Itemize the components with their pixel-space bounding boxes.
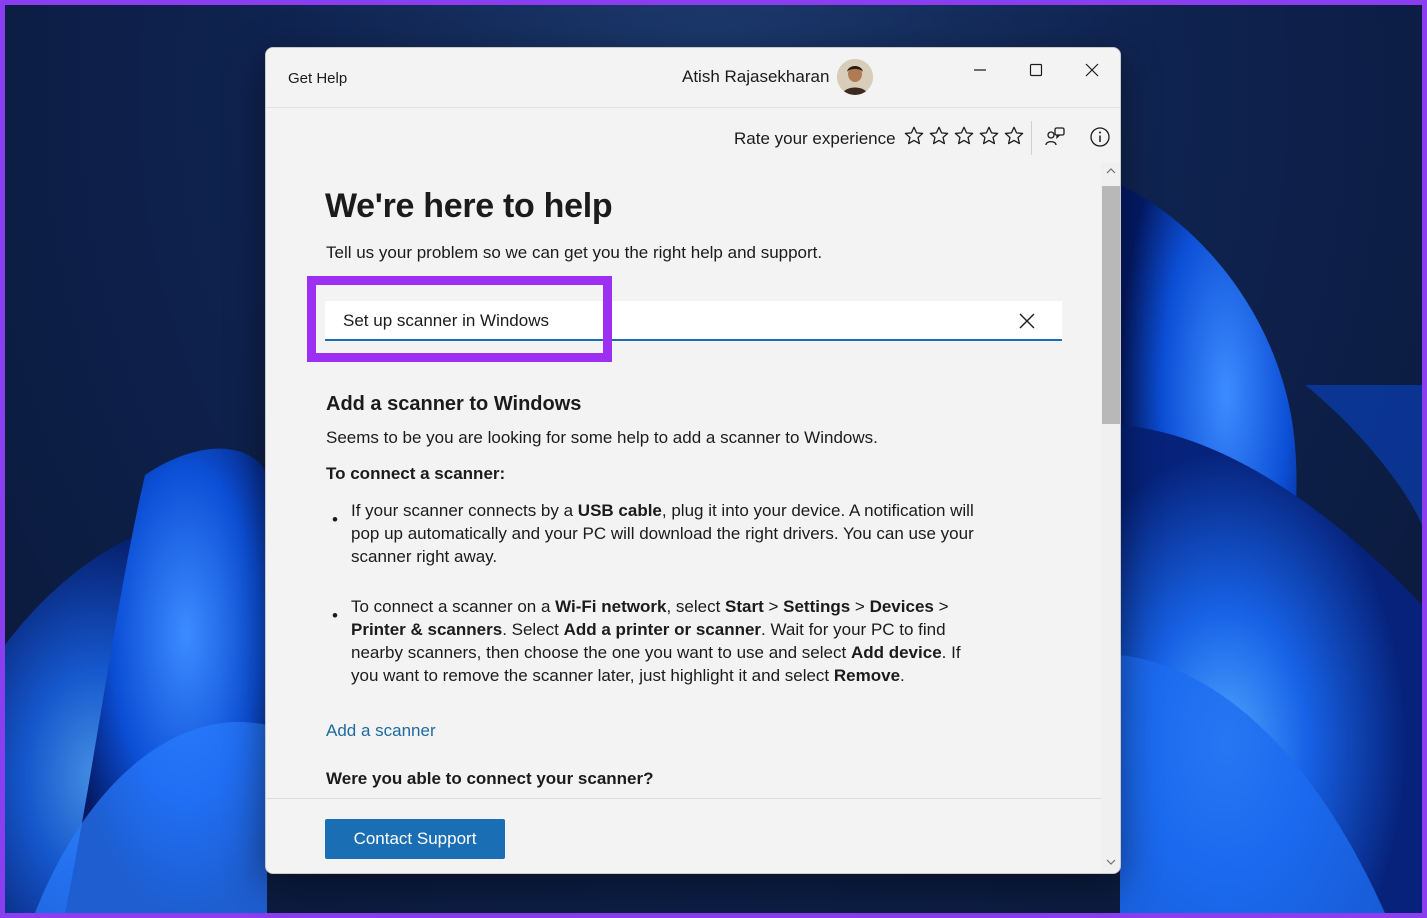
close-icon (1019, 313, 1035, 329)
contact-support-button[interactable]: Contact Support (325, 819, 505, 859)
connect-scanner-heading: To connect a scanner: (326, 464, 506, 483)
feedback-question: Were you able to connect your scanner? (326, 769, 654, 788)
star-outline-icon (1004, 126, 1024, 145)
star-outline-icon (904, 126, 924, 145)
close-window-button[interactable] (1072, 56, 1112, 84)
star-5-button[interactable] (1003, 125, 1025, 147)
info-button[interactable] (1088, 125, 1112, 149)
scroll-up-arrow-icon[interactable] (1105, 166, 1117, 176)
feedback-people-icon (1045, 127, 1065, 146)
minimize-button[interactable] (960, 56, 1000, 84)
clear-search-button[interactable] (1015, 309, 1039, 333)
user-avatar[interactable] (837, 59, 873, 95)
feedback-button[interactable] (1043, 125, 1067, 149)
problem-search-input[interactable] (343, 309, 983, 333)
help-content-area: We're here to help Tell us your problem … (266, 162, 1101, 798)
app-title: Get Help (288, 70, 348, 87)
problem-search-box[interactable] (325, 301, 1062, 341)
add-scanner-link[interactable]: Add a scanner (326, 721, 436, 741)
result-title: Add a scanner to Windows (326, 393, 582, 415)
wifi-instructions: To connect a scanner on a Wi-Fi network,… (351, 597, 961, 685)
usb-instructions: If your scanner connects by a USB cable,… (351, 501, 974, 566)
rate-experience-label: Rate your experience (734, 129, 896, 148)
star-outline-icon (954, 126, 974, 145)
avatar-icon (837, 59, 873, 95)
maximize-icon (1029, 63, 1043, 77)
result-description: Seems to be you are looking for some hel… (326, 428, 878, 447)
toolbar-divider (1031, 121, 1032, 155)
maximize-button[interactable] (1016, 56, 1056, 84)
star-outline-icon (979, 126, 999, 145)
vertical-scrollbar[interactable] (1101, 162, 1120, 873)
scroll-down-arrow-icon[interactable] (1105, 857, 1117, 867)
bullet-marker: • (332, 606, 338, 625)
title-bar[interactable]: Get Help Atish Rajasekharan (266, 48, 1120, 108)
bullet-marker: • (332, 510, 338, 529)
footer-bar: Contact Support (266, 798, 1101, 873)
page-subtitle: Tell us your problem so we can get you t… (326, 243, 823, 262)
info-icon (1090, 127, 1110, 147)
get-help-window: Get Help Atish Rajasekharan Rate your ex… (265, 47, 1121, 874)
rating-toolbar: Rate your experience (266, 108, 1120, 162)
star-4-button[interactable] (978, 125, 1000, 147)
page-title: We're here to help (325, 187, 613, 225)
star-rating (903, 125, 1025, 147)
scrollbar-thumb[interactable] (1102, 186, 1120, 424)
minimize-icon (974, 69, 986, 71)
close-icon (1085, 63, 1099, 77)
star-outline-icon (929, 126, 949, 145)
star-3-button[interactable] (953, 125, 975, 147)
star-2-button[interactable] (928, 125, 950, 147)
user-name[interactable]: Atish Rajasekharan (682, 67, 829, 87)
star-1-button[interactable] (903, 125, 925, 147)
